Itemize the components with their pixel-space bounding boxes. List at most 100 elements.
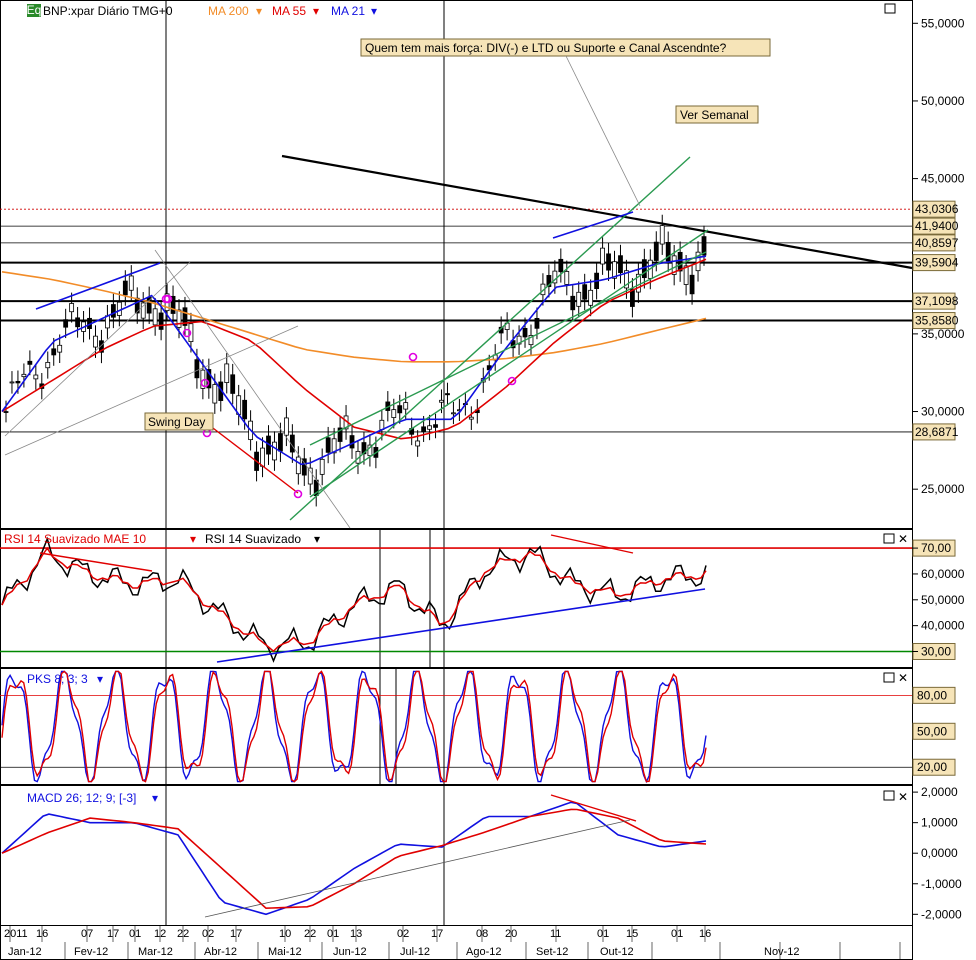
- question-note-text: Quem tem mais força: DIV(-) e LTD ou Sup…: [365, 41, 727, 55]
- price-candle: [319, 458, 325, 475]
- weekly-note-text: Ver Semanal: [680, 108, 749, 122]
- price-level-label: 37,1098: [915, 294, 959, 308]
- price-candle: [451, 412, 456, 415]
- price-candle: [260, 447, 265, 467]
- ma200-dropdown-icon[interactable]: ▾: [256, 4, 262, 18]
- close-macd-icon[interactable]: ✕: [898, 790, 908, 804]
- macd-tick-label: 1,0000: [921, 816, 958, 830]
- macd-dropdown-icon[interactable]: ▾: [152, 791, 158, 805]
- time-month-label: Jun-12: [333, 946, 367, 958]
- time-day-label: 01: [129, 928, 141, 940]
- macd-title[interactable]: MACD 26; 12; 9; [-3]: [27, 791, 136, 805]
- price-panel: [0, 0, 913, 529]
- price-candle: [224, 363, 230, 383]
- price-candle: [677, 251, 683, 272]
- ma21-label[interactable]: MA 21: [331, 4, 365, 18]
- price-candle: [403, 402, 409, 410]
- price-candle: [606, 253, 611, 271]
- price-candle: [534, 318, 540, 329]
- price-candle: [69, 303, 75, 313]
- time-day-label: 07: [81, 928, 93, 940]
- price-candle: [128, 275, 134, 291]
- rsi-title-b[interactable]: RSI 14 Suavizado: [205, 532, 301, 546]
- ma200-label[interactable]: MA 200: [208, 4, 249, 18]
- price-candle: [212, 384, 218, 404]
- pks-tick-label: 80,00: [917, 688, 947, 702]
- price-candle: [427, 425, 432, 430]
- price-candle: [558, 258, 564, 273]
- rsi-dropdown-a-icon[interactable]: ▾: [190, 532, 196, 546]
- swing-day-note-text: Swing Day: [148, 415, 205, 429]
- time-month-label: Jan-12: [8, 946, 42, 958]
- rsi-tick-label: 30,00: [921, 644, 951, 658]
- price-candle: [582, 284, 588, 300]
- price-candle: [295, 456, 301, 475]
- close-rsi-icon[interactable]: ✕: [898, 532, 908, 546]
- rsi-tick-label: 70,00: [921, 541, 951, 555]
- ma55-dropdown-icon[interactable]: ▾: [313, 4, 319, 18]
- price-candle: [27, 360, 33, 365]
- price-candle: [194, 359, 200, 379]
- price-candle: [105, 315, 110, 329]
- price-candle: [272, 441, 277, 461]
- symbol-title[interactable]: BNP:xpar Diário TMG+0: [43, 4, 173, 18]
- price-candle: [57, 344, 63, 353]
- ma21-dropdown-icon[interactable]: ▾: [371, 4, 377, 18]
- price-level-label: 35,8580: [915, 314, 959, 328]
- price-candle: [110, 304, 116, 318]
- price-candle: [15, 380, 21, 384]
- time-day-label: 08: [476, 928, 488, 940]
- time-day-label: 15: [626, 928, 638, 940]
- time-day-label: 17: [230, 928, 242, 940]
- ma55-label[interactable]: MA 55: [272, 4, 306, 18]
- price-candle: [433, 424, 438, 428]
- price-candle: [283, 417, 289, 436]
- price-candle: [158, 312, 164, 330]
- price-candle: [93, 335, 98, 348]
- time-day-label: 22: [304, 928, 316, 940]
- pks-tick-label: 20,00: [917, 760, 947, 774]
- rsi-dropdown-b-icon[interactable]: ▾: [314, 532, 320, 546]
- price-candle: [122, 280, 128, 296]
- price-level-label: 43,0306: [915, 202, 959, 216]
- pks-title[interactable]: PKS 8; 3; 3: [27, 672, 88, 686]
- price-candle: [146, 297, 152, 314]
- time-month-label: Ago-12: [466, 946, 501, 958]
- time-day-label: 10: [279, 928, 291, 940]
- trading-chart: 55,000050,000045,000035,000030,000025,00…: [0, 0, 965, 960]
- price-candle: [152, 308, 158, 326]
- time-month-label: Fev-12: [74, 946, 108, 958]
- rsi-panel: [0, 529, 913, 668]
- time-month-label: Out-12: [600, 946, 634, 958]
- time-day-label: 20: [505, 928, 517, 940]
- time-day-label: 12: [154, 928, 166, 940]
- price-candle: [689, 274, 695, 295]
- time-month-label: Abr-12: [204, 946, 237, 958]
- time-day-label: 17: [431, 928, 443, 940]
- price-candle: [653, 241, 659, 261]
- time-day-label: 2011: [4, 928, 28, 940]
- rsi-title-a[interactable]: RSI 14 Suavizado MAE 10: [4, 532, 146, 546]
- price-candle: [75, 317, 80, 328]
- price-candle: [307, 467, 313, 485]
- price-candle: [230, 374, 236, 394]
- price-candle: [21, 373, 27, 378]
- price-candle: [3, 411, 9, 413]
- macd-tick-label: 2,0000: [921, 785, 958, 799]
- price-level-label: 28,6871: [915, 425, 959, 439]
- price-candle: [415, 440, 421, 447]
- price-level-label: 39,5904: [915, 256, 959, 270]
- pks-dropdown-icon[interactable]: ▾: [97, 672, 103, 686]
- time-month-label: Mai-12: [268, 946, 302, 958]
- pks-tick-label: 50,00: [917, 724, 947, 738]
- macd-tick-label: 0,0000: [921, 846, 958, 860]
- price-tick-label: 55,0000: [921, 16, 965, 30]
- price-candle: [325, 437, 331, 453]
- time-day-label: 01: [671, 928, 683, 940]
- price-candle: [618, 255, 623, 274]
- symbol-badge-text: Eq: [27, 3, 42, 17]
- time-day-label: 16: [699, 928, 711, 940]
- time-month-label: Mar-12: [138, 946, 173, 958]
- close-pks-icon[interactable]: ✕: [898, 671, 908, 685]
- price-candle: [397, 405, 403, 414]
